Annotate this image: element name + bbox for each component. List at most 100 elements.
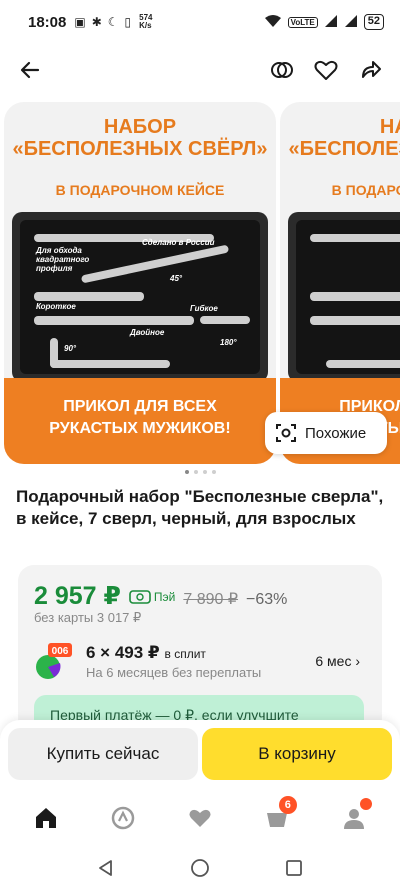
pay-card-icon <box>129 590 151 604</box>
status-bar: 18:08 ▣ ✱ ☾ ▯ 574 K/s VoLTE 52 <box>0 0 400 44</box>
price-row: 2 957 ₽ Пэй 7 890 ₽ −63% <box>34 581 287 611</box>
product-title: Подарочный набор "Бесполезные сверла", в… <box>16 487 384 528</box>
drill-shape <box>34 316 194 325</box>
cart-count-badge: 6 <box>278 796 297 814</box>
share-icon <box>362 61 381 78</box>
tab-cart[interactable]: 6 <box>253 794 301 842</box>
bluetooth-icon: ✱ <box>91 15 102 29</box>
gallery-dot[interactable] <box>184 470 189 474</box>
circle-home-icon <box>191 859 209 877</box>
slide-title: НАБОР «БЕСПОЛЕЗНЫХ СВЁРЛ» <box>280 102 400 178</box>
net-speed: 574 K/s <box>139 14 152 30</box>
old-price: 7 890 ₽ <box>183 591 239 608</box>
buy-now-button[interactable]: Купить сейчас <box>8 728 198 780</box>
split-subtitle: На 6 месяцев без переплаты <box>86 665 262 680</box>
split-icon: 006 <box>34 643 74 683</box>
heart-icon <box>189 809 211 827</box>
gallery-slide[interactable]: НАБОР «БЕСПОЛЕЗНЫХ СВЁРЛ» В ПОДАРОЧНОМ К… <box>4 102 276 464</box>
drill-shape <box>326 360 400 368</box>
gallery-dot[interactable] <box>193 470 198 474</box>
back-button[interactable] <box>14 54 46 86</box>
case-label-bypass: Для обхода квадратного профиля <box>36 246 90 273</box>
status-icons: ▣ ✱ ☾ ▯ 574 K/s <box>74 14 152 30</box>
system-back-button[interactable] <box>97 859 115 882</box>
pay-badge[interactable]: Пэй <box>129 590 175 604</box>
product-gallery[interactable]: НАБОР «БЕСПОЛЕЗНЫХ СВЁРЛ» В ПОДАРОЧНОМ К… <box>0 102 400 464</box>
gallery-dot[interactable] <box>202 470 207 474</box>
split-amount: 6 × 493 ₽ в сплит <box>86 643 206 663</box>
triangle-back-icon <box>99 860 113 876</box>
price-without-card: без карты 3 017 ₽ <box>34 610 142 625</box>
case-label-double: Двойное <box>130 328 165 337</box>
split-amount-value: 6 × 493 ₽ <box>86 643 160 662</box>
vibrate-icon: ▯ <box>124 15 132 29</box>
system-recents-button[interactable] <box>285 859 303 882</box>
nav-actions <box>266 54 386 86</box>
banner-line2: РУКАСТЫХ МУЖИКОВ! <box>49 420 231 437</box>
tab-home[interactable] <box>22 794 70 842</box>
net-speed-unit: K/s <box>139 21 152 30</box>
slide-title-line1: НАБОР <box>379 116 400 138</box>
favorite-button[interactable] <box>310 54 342 86</box>
drill-shape <box>34 292 144 301</box>
split-suffix: в сплит <box>164 647 206 661</box>
case-interior <box>296 220 400 374</box>
bottom-tab-bar: 6 <box>0 790 400 846</box>
system-nav-bar <box>0 848 400 893</box>
similar-label: Похожие <box>305 424 367 442</box>
drill-shape <box>200 316 250 324</box>
gallery-slide-next[interactable]: НАБОР «БЕСПОЛЕЗНЫХ СВЁРЛ» В ПОДАРОЧНОМ К… <box>280 102 400 464</box>
tab-favorites[interactable] <box>176 794 224 842</box>
split-row[interactable]: 006 6 × 493 ₽ в сплит На 6 месяцев без п… <box>34 643 366 683</box>
gallery-dots <box>0 470 400 474</box>
drill-shape <box>50 360 170 368</box>
current-price: 2 957 ₽ <box>34 582 121 610</box>
status-right: VoLTE 52 <box>264 14 384 31</box>
drill-shape <box>310 316 400 325</box>
compare-icon <box>271 62 293 78</box>
slide-title-line1: НАБОР <box>103 116 177 138</box>
arrow-left-icon <box>20 61 40 79</box>
action-bar: Купить сейчас В корзину <box>0 720 400 790</box>
slide-subtitle: В ПОДАРОЧНОМ КЕЙСЕ <box>55 182 225 198</box>
battery-indicator: 52 <box>363 14 384 30</box>
discount-badge: −63% <box>246 591 288 608</box>
alice-icon <box>111 806 135 830</box>
case-label-45: 45° <box>170 274 183 283</box>
signal-icon-2 <box>344 14 358 31</box>
notification-icon: ▣ <box>74 15 86 29</box>
share-button[interactable] <box>354 54 386 86</box>
case-label-flexible: Гибкое <box>190 304 218 313</box>
slide-title: НАБОР «БЕСПОЛЕЗНЫХ СВЁРЛ» <box>4 102 276 178</box>
split-badge-text: 006 <box>52 646 69 657</box>
drill-shape <box>310 292 400 301</box>
case-label-180: 180° <box>220 338 237 347</box>
gallery-dot[interactable] <box>211 470 216 474</box>
slide-title-line2: «БЕСПОЛЕЗНЫХ СВЁРЛ» <box>12 138 268 160</box>
scan-icon <box>276 424 296 442</box>
moon-icon: ☾ <box>107 15 119 29</box>
system-home-button[interactable] <box>190 858 210 883</box>
case-interior: Сделано в России Для обхода квадратного … <box>20 220 260 374</box>
compare-button[interactable] <box>266 54 298 86</box>
wifi-icon <box>264 14 282 31</box>
slide-title-line2: «БЕСПОЛЕЗНЫХ СВЁРЛ» <box>288 138 400 160</box>
top-nav <box>0 48 400 92</box>
drill-shape <box>310 234 400 242</box>
square-recents-icon <box>285 860 302 876</box>
home-icon <box>36 808 57 828</box>
signal-icon <box>324 14 338 31</box>
similar-button[interactable]: Похожие <box>265 412 387 454</box>
split-months[interactable]: 6 мес › <box>315 653 360 669</box>
tab-assistant[interactable] <box>99 794 147 842</box>
add-to-cart-button[interactable]: В корзину <box>202 728 392 780</box>
case-label-short: Короткое <box>36 302 76 311</box>
banner-line1: ПРИКОЛ ДЛЯ ВСЕХ <box>63 398 217 415</box>
status-time: 18:08 <box>28 13 67 31</box>
volte-badge: VoLTE <box>287 16 318 28</box>
case-label-made: Сделано в России <box>142 238 215 247</box>
profile-notification-dot <box>359 798 372 810</box>
drill-case-image: Сделано в России Для обхода квадратного … <box>12 212 268 382</box>
pay-label: Пэй <box>153 590 176 604</box>
tab-profile[interactable] <box>330 794 378 842</box>
